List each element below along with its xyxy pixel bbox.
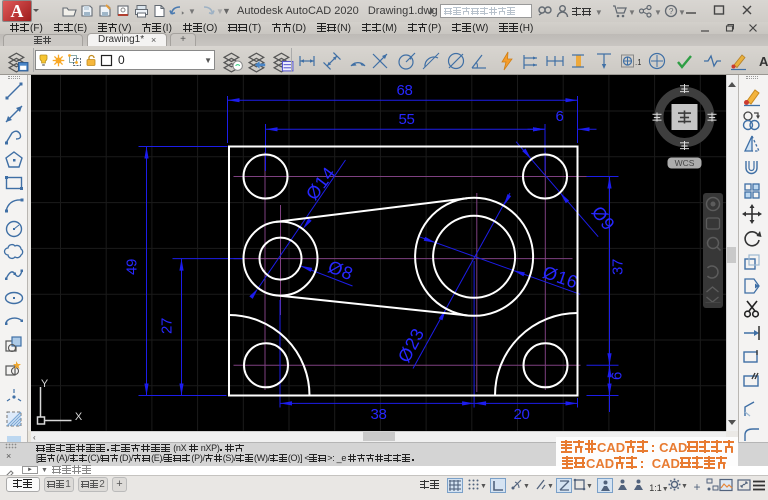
svg-text:6: 6: [555, 108, 563, 125]
svg-text:20: 20: [513, 406, 529, 423]
svg-text:55: 55: [398, 111, 414, 128]
svg-text:6: 6: [608, 372, 625, 380]
svg-text:X: X: [74, 411, 82, 423]
svg-text:WCS: WCS: [674, 158, 694, 168]
svg-text:49: 49: [123, 259, 140, 275]
svg-text:38: 38: [370, 406, 386, 423]
svg-text:27: 27: [158, 318, 175, 334]
svg-text:37: 37: [609, 259, 626, 275]
svg-text:?: ?: [669, 6, 674, 16]
svg-text:Y: Y: [40, 378, 48, 390]
svg-text:68: 68: [396, 82, 412, 99]
svg-text:A: A: [759, 54, 768, 69]
svg-text:.1: .1: [635, 58, 641, 67]
